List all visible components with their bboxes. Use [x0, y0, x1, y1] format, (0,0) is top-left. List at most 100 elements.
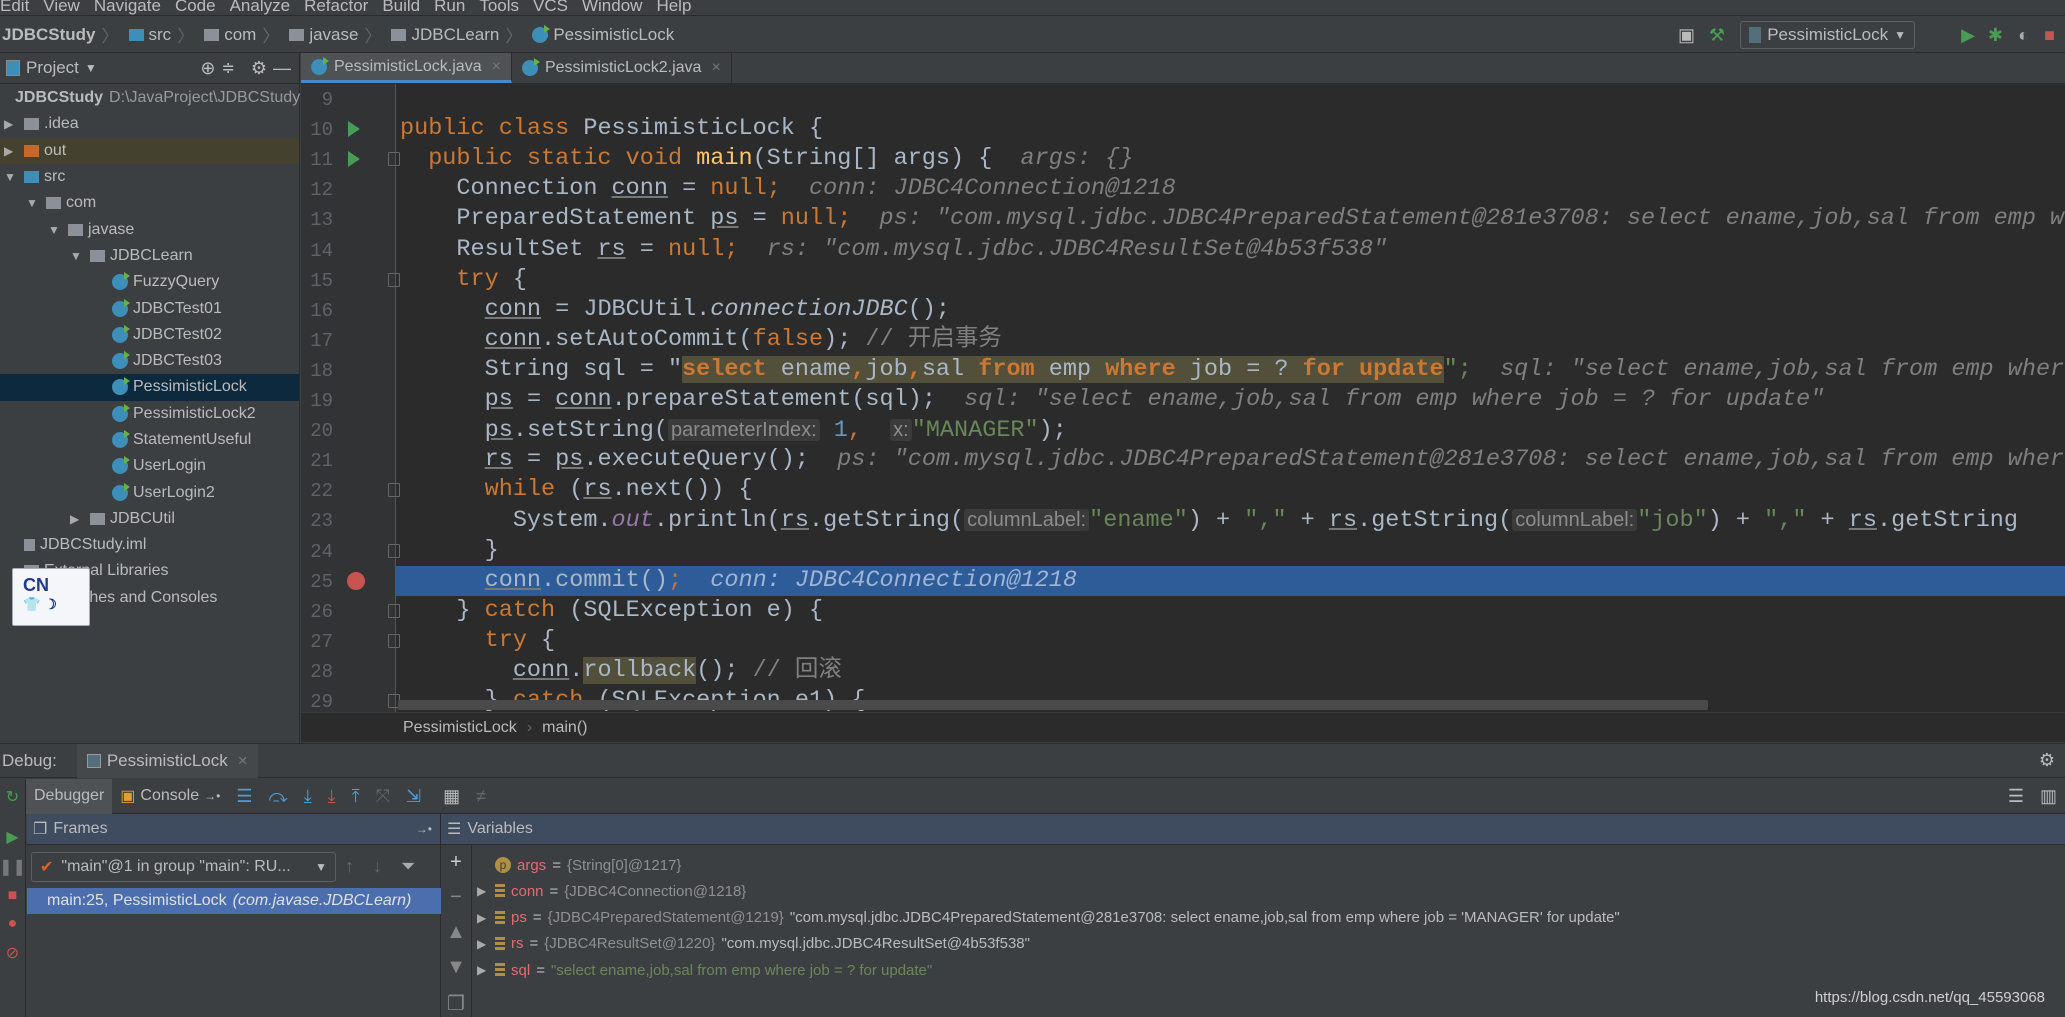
show-execution-point-icon[interactable]: ☰	[236, 786, 252, 807]
chevron-down-icon[interactable]: ▼	[70, 249, 84, 263]
fold-icon[interactable]	[388, 543, 400, 558]
fold-icon[interactable]	[388, 272, 400, 287]
menu-vcs[interactable]: VCS	[533, 0, 568, 14]
menu-code[interactable]: Code	[175, 0, 216, 14]
breadcrumb-item[interactable]: javase 〉	[289, 22, 387, 47]
chevron-right-icon[interactable]: ▶	[70, 512, 84, 526]
tree-item-fuzzyquery[interactable]: FuzzyQuery	[0, 269, 299, 295]
menu-edit[interactable]: Edit	[0, 0, 29, 14]
tree-item-jdbcutil[interactable]: ▶ JDBCUtil	[0, 506, 299, 532]
pin-icon[interactable]: →•	[416, 822, 432, 836]
add-watch-icon[interactable]: +	[450, 851, 462, 874]
tree-item-userlogin[interactable]: UserLogin	[0, 453, 299, 479]
hide-icon[interactable]: —	[273, 58, 291, 79]
debug-bug-icon[interactable]: ✱	[1988, 25, 2003, 46]
evaluate-expression-icon[interactable]: ▦	[443, 786, 460, 807]
stop-icon[interactable]: ■	[8, 887, 18, 905]
tree-item-jdbctest01[interactable]: JDBCTest01	[0, 295, 299, 321]
step-over-icon[interactable]: ⤼	[268, 786, 287, 807]
breadcrumb-item[interactable]: com 〉	[204, 22, 285, 47]
fold-icon[interactable]	[388, 152, 400, 167]
arrow-down-icon[interactable]: ↓	[373, 856, 382, 877]
step-into-icon[interactable]: ⤓	[304, 786, 312, 807]
force-step-into-icon[interactable]: ⤓	[328, 786, 336, 807]
menu-window[interactable]: Window	[582, 0, 642, 14]
breadcrumb-item[interactable]: JDBCLearn 〉	[391, 22, 528, 47]
code-editor[interactable]: 9 10 11 12 13 14 15 16 17 18 19 20 21 22 23 24 25 26 27 28 2…	[301, 84, 2065, 712]
chevron-down-icon[interactable]: ▼	[4, 170, 18, 184]
tree-item-jdbctest03[interactable]: JDBCTest03	[0, 348, 299, 374]
menu-run[interactable]: Run	[434, 0, 465, 14]
tree-item-pessimisticlock[interactable]: PessimisticLock	[0, 374, 299, 401]
chevron-down-icon[interactable]: ▼	[48, 223, 62, 237]
tree-item--idea[interactable]: ▶ .idea	[0, 111, 299, 137]
chevron-right-icon[interactable]: ▶	[4, 117, 18, 131]
menu-tools[interactable]: Tools	[479, 0, 519, 14]
variable-row-rs[interactable]: ▶ rs = {JDBC4ResultSet@1220} "com.mysql.jdbc…	[477, 931, 1030, 957]
tab-console[interactable]: ▣ Console →•	[112, 779, 228, 814]
tab-pessimisticlock-java[interactable]: PessimisticLock.java ×	[301, 53, 512, 83]
stop-icon[interactable]: ■	[2044, 25, 2055, 46]
variable-row-args[interactable]: p args = {String[0]@1217}	[477, 852, 681, 878]
move-down-icon[interactable]: ▼	[446, 956, 466, 979]
arrow-up-icon[interactable]: ↑	[345, 856, 354, 877]
locate-icon[interactable]: ⊕	[200, 58, 215, 79]
gear-icon[interactable]: ⚙	[2039, 750, 2055, 771]
variable-row-conn[interactable]: ▶ conn = {JDBC4Connection@1218}	[477, 878, 746, 904]
menu-help[interactable]: Help	[656, 0, 691, 14]
tree-item-jdbcstudy-iml[interactable]: JDBCStudy.iml	[0, 532, 299, 558]
run-icon[interactable]: ▶	[1961, 25, 1975, 46]
coverage-icon[interactable]: ◐	[2018, 25, 2029, 46]
run-gutter-icon[interactable]	[348, 151, 360, 168]
expand-arrow-icon[interactable]: ▶	[477, 911, 489, 925]
collapse-all-icon[interactable]: ≑	[221, 58, 234, 78]
menu-view[interactable]: View	[43, 0, 80, 14]
breakpoint-icon[interactable]	[347, 571, 365, 590]
run-gutter-icon[interactable]	[348, 121, 360, 138]
terminal-icon[interactable]: ▣	[1678, 25, 1695, 46]
variable-row-sql[interactable]: ▶ sql = "select ename,job,sal from emp wher…	[477, 957, 932, 983]
gear-icon[interactable]: ⚙	[251, 58, 267, 79]
resume-icon[interactable]: ▶	[6, 827, 18, 847]
close-icon[interactable]: ×	[492, 58, 501, 76]
horizontal-scrollbar[interactable]	[398, 700, 1708, 710]
tree-item-com[interactable]: ▼ com	[0, 190, 299, 216]
rerun-icon[interactable]: ↻	[6, 787, 19, 807]
variable-row-ps[interactable]: ▶ ps = {JDBC4PreparedStatement@1219} "com.my…	[477, 905, 1620, 931]
fold-icon[interactable]	[388, 483, 400, 498]
move-up-icon[interactable]: ▲	[446, 921, 466, 944]
chevron-down-icon[interactable]: ▼	[26, 196, 40, 210]
filter-icon[interactable]: ⏷	[401, 856, 415, 877]
expand-arrow-icon[interactable]: ▶	[477, 884, 489, 898]
close-icon[interactable]: ×	[711, 59, 720, 77]
chevron-down-icon[interactable]: ▼	[85, 61, 97, 75]
tree-item-src[interactable]: ▼ src	[0, 164, 299, 190]
editor-gutter[interactable]: 9 10 11 12 13 14 15 16 17 18 19 20 21 22 23 24 25 26 27 28 2…	[301, 84, 400, 712]
breadcrumb-class[interactable]: PessimisticLock	[403, 719, 517, 737]
tree-item-userlogin2[interactable]: UserLogin2	[0, 479, 299, 505]
build-hammer-icon[interactable]: ⚒	[1709, 25, 1725, 46]
fold-icon[interactable]	[388, 633, 400, 648]
fold-icon[interactable]	[388, 603, 400, 618]
menu-build[interactable]: Build	[382, 0, 420, 14]
run-configuration-select[interactable]: PessimisticLock ▼	[1740, 21, 1915, 49]
tree-item-jdbctest02[interactable]: JDBCTest02	[0, 322, 299, 348]
tree-item-pessimisticlock2[interactable]: PessimisticLock2	[0, 401, 299, 427]
tree-item-out[interactable]: ▶ out	[0, 137, 299, 164]
project-view-select[interactable]: Project	[26, 58, 79, 78]
debug-session-tab[interactable]: PessimisticLock ×	[76, 743, 258, 778]
breadcrumb-item[interactable]: PessimisticLock	[532, 24, 674, 45]
drop-frame-icon[interactable]: ⤧	[376, 786, 390, 807]
menu-refactor[interactable]: Refactor	[304, 0, 368, 14]
expand-arrow-icon[interactable]: ▶	[477, 963, 489, 977]
tree-item-javase[interactable]: ▼ javase	[0, 216, 299, 242]
pause-icon[interactable]: ❚❚	[0, 857, 26, 877]
run-to-cursor-icon[interactable]: ⇲	[406, 786, 421, 807]
view-breakpoints-icon[interactable]: ●	[8, 915, 18, 933]
restore-layout-icon[interactable]: ☰	[2008, 786, 2024, 807]
thread-select[interactable]: ✔ "main"@1 in group "main": RU... ▼	[31, 852, 336, 882]
breadcrumb-item[interactable]: src 〉	[128, 22, 201, 47]
chevron-right-icon[interactable]: ▶	[4, 144, 18, 158]
layout-settings-icon[interactable]: ▥	[2040, 786, 2057, 807]
breadcrumb-method[interactable]: main()	[542, 719, 587, 737]
